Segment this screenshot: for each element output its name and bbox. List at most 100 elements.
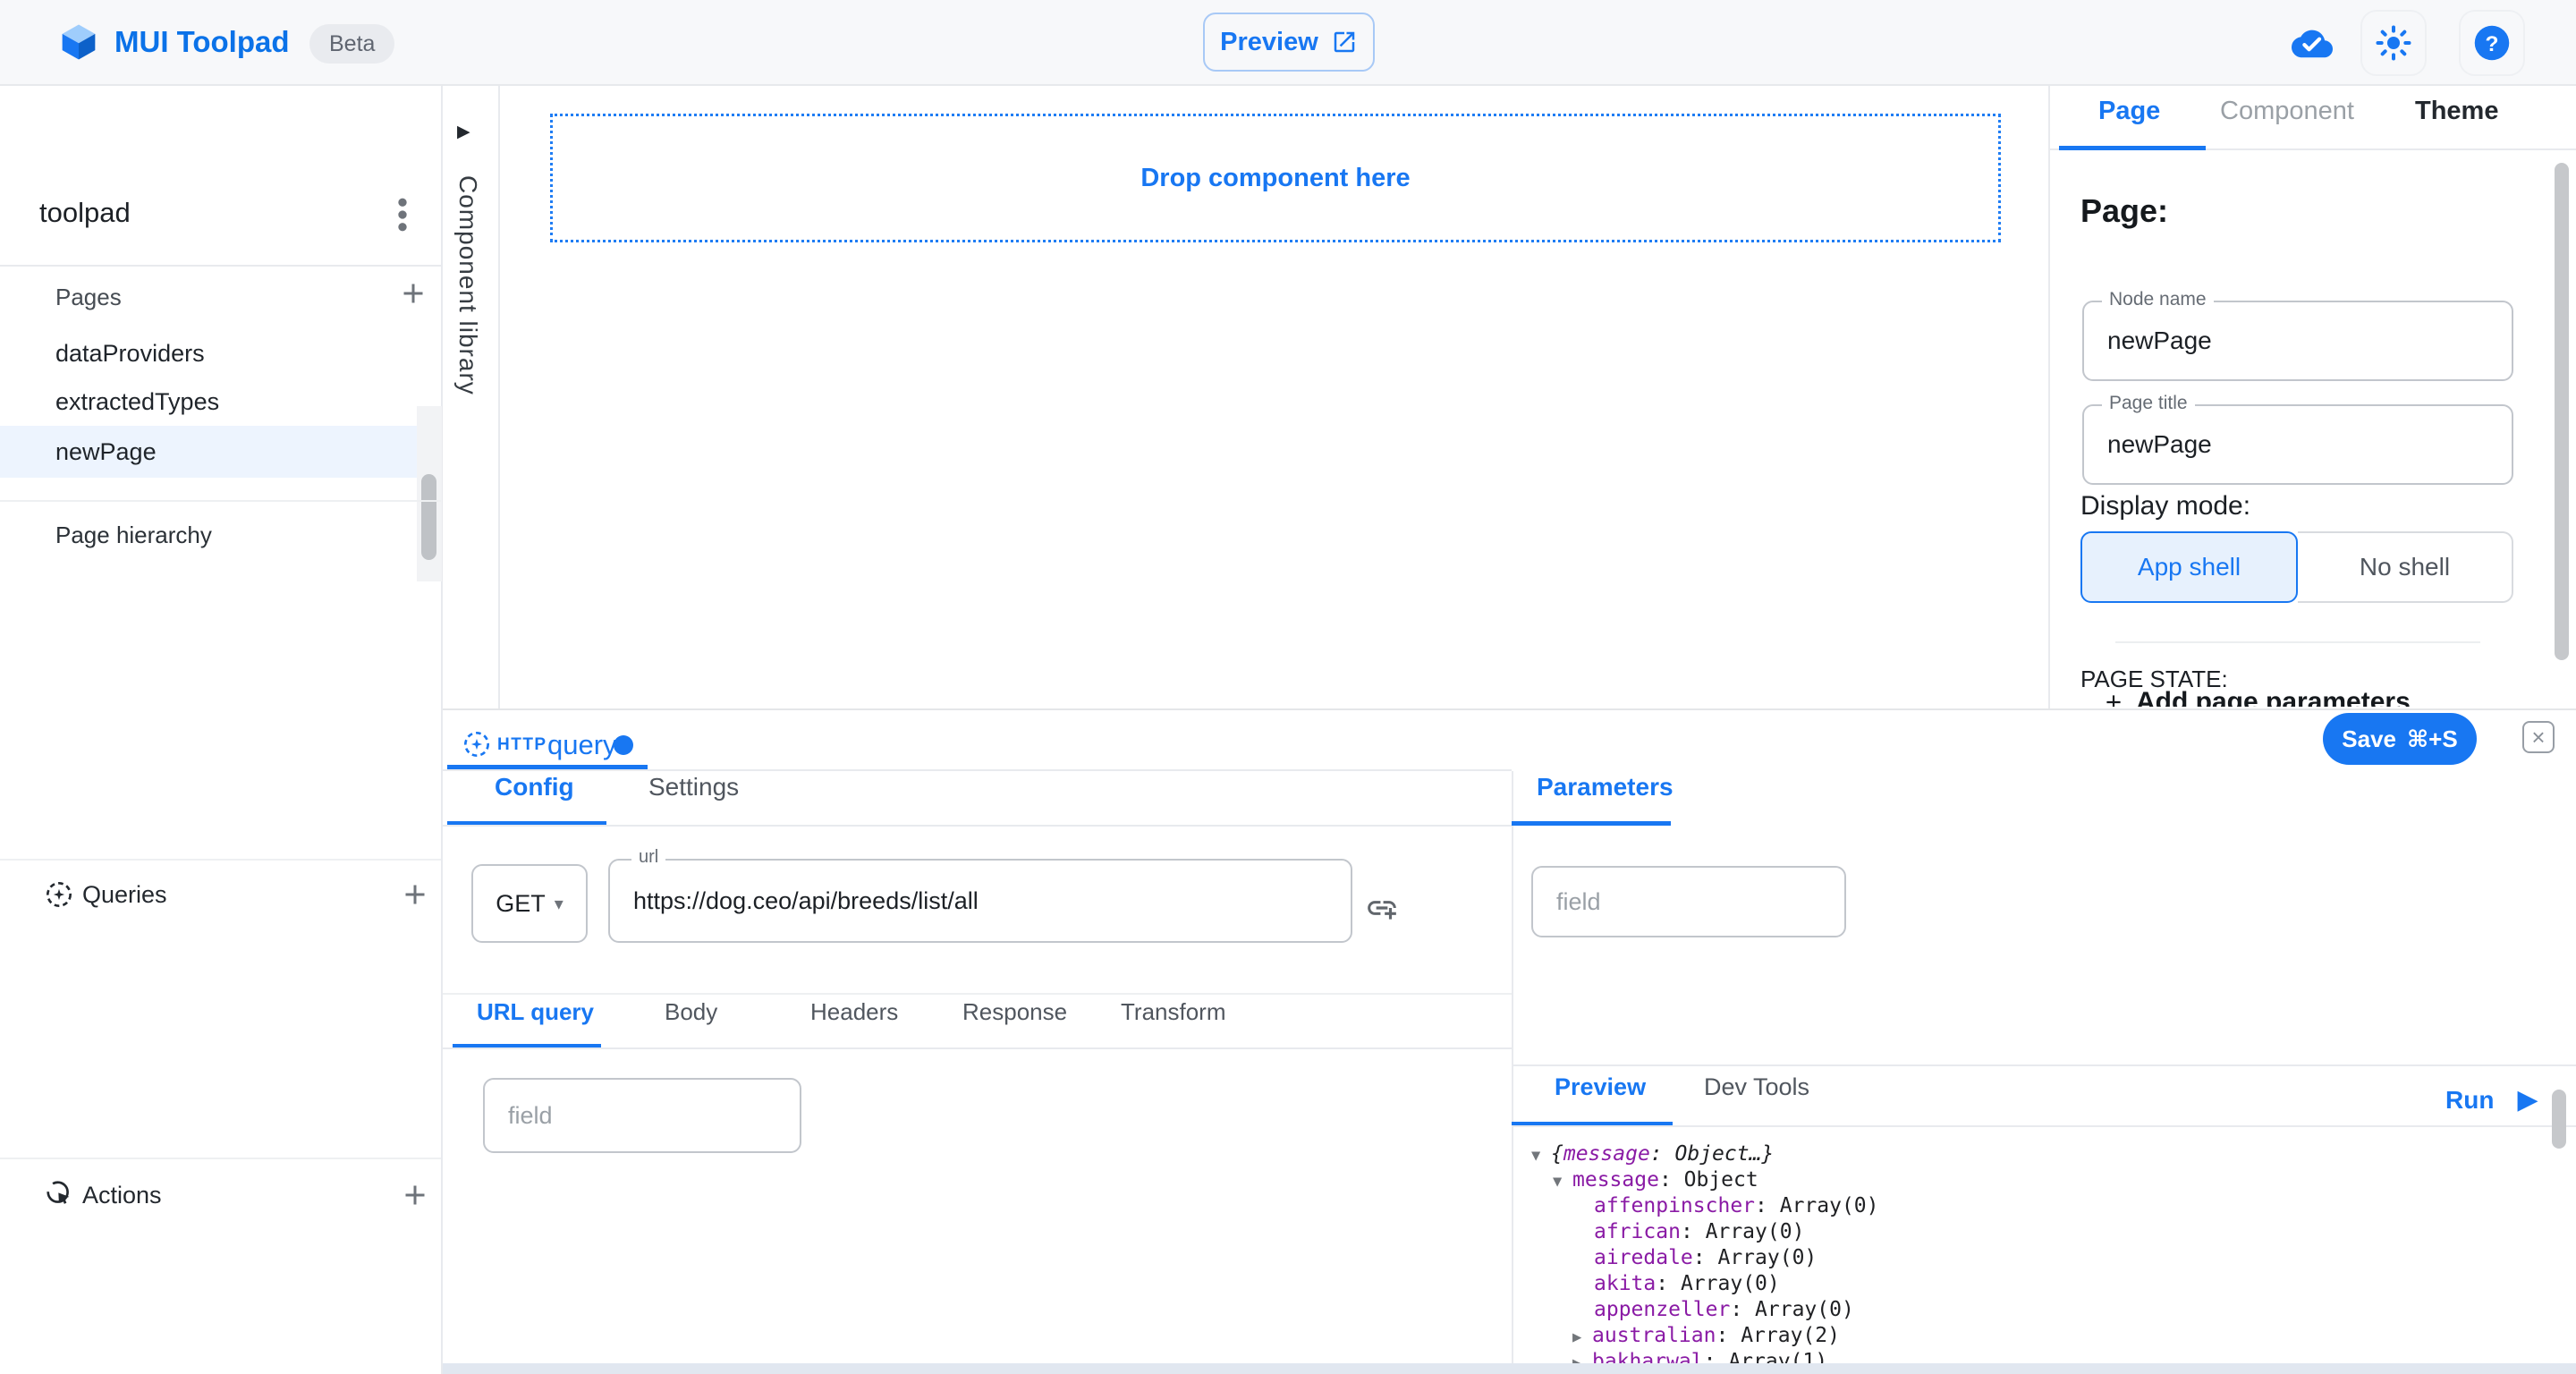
subtab-url-query[interactable]: URL query xyxy=(477,998,594,1026)
mui-toolpad-window: MUI Toolpad Beta Preview xyxy=(0,0,2576,1374)
json-root-key: message xyxy=(1563,1142,1650,1166)
method-select[interactable]: GET ▾ xyxy=(471,864,588,943)
url-field: url xyxy=(608,859,1352,943)
run-button[interactable]: Run ▶ xyxy=(2445,1084,2538,1115)
pages-scrollbar-thumb[interactable] xyxy=(421,474,436,560)
page-canvas: ▶ Component library Drop component here xyxy=(443,86,2048,708)
tab-page-underline xyxy=(2059,146,2206,150)
page-title-field: Page title xyxy=(2082,404,2513,485)
expand-toggle-icon[interactable]: ▼ xyxy=(1553,1169,1572,1195)
json-separator: : xyxy=(1693,1246,1718,1269)
inspector-scrollbar-thumb[interactable] xyxy=(2555,163,2569,660)
run-button-label: Run xyxy=(2445,1086,2494,1115)
page-title-label: Page title xyxy=(2102,393,2195,414)
json-entry-row: african: Array(0) xyxy=(1531,1219,1804,1245)
sidebar-item-newpage[interactable]: newPage xyxy=(0,426,417,478)
tab-settings[interactable]: Settings xyxy=(648,773,739,802)
project-name: toolpad xyxy=(39,197,131,229)
method-value: GET xyxy=(496,890,546,918)
cloud-sync-icon xyxy=(2292,26,2333,60)
preview-button[interactable]: Preview xyxy=(1203,13,1375,72)
close-panel-button[interactable]: × xyxy=(2522,721,2555,753)
display-mode-toggle: App shell No shell xyxy=(2080,531,2513,603)
subtab-headers[interactable]: Headers xyxy=(810,998,898,1026)
json-node-value: Object xyxy=(1684,1168,1758,1192)
sidebar-item-dataproviders[interactable]: dataProviders xyxy=(0,329,417,377)
app-title: MUI Toolpad xyxy=(114,25,290,59)
json-value: Array(0) xyxy=(1780,1194,1879,1217)
add-page-parameters-clipped: Add page parameters xyxy=(2048,685,2549,707)
json-separator: : xyxy=(1656,1272,1681,1295)
url-field-label: url xyxy=(631,847,665,868)
expand-toggle-icon[interactable]: ▶ xyxy=(1572,1325,1592,1351)
chevron-down-icon: ▾ xyxy=(555,893,564,915)
json-node-row: ▼message: Object xyxy=(1531,1167,1758,1193)
url-query-field xyxy=(483,1078,801,1153)
help-question-icon: ? xyxy=(2473,24,2511,62)
url-query-field-input[interactable] xyxy=(485,1080,800,1151)
drop-component-zone[interactable]: Drop component here xyxy=(550,114,2001,242)
query-type-icon xyxy=(462,730,491,759)
project-menu-kebab-icon[interactable] xyxy=(386,195,419,234)
tab-component[interactable]: Component xyxy=(2220,97,2354,126)
node-name-field: Node name xyxy=(2082,301,2513,381)
display-mode-app-shell[interactable]: App shell xyxy=(2080,531,2298,603)
json-value: Array(2) xyxy=(1741,1324,1840,1347)
json-value: Array(0) xyxy=(1717,1246,1817,1269)
tab-parameters-underline xyxy=(1512,821,1671,826)
display-mode-no-shell[interactable]: No shell xyxy=(2298,531,2513,603)
component-library-expand-icon[interactable]: ▶ xyxy=(457,122,470,142)
help-button[interactable]: ? xyxy=(2459,10,2525,76)
query-tab[interactable]: query xyxy=(547,729,617,761)
sidebar-item-extractedtypes[interactable]: extractedTypes xyxy=(0,377,417,426)
inspector-heading: Page: xyxy=(2080,192,2168,230)
dock-bottom-scrollbar-track[interactable] xyxy=(443,1363,2576,1374)
add-page-parameters-button[interactable]: Add page parameters xyxy=(2136,687,2411,707)
tab-parameters[interactable]: Parameters xyxy=(1537,773,1674,802)
add-link-icon[interactable] xyxy=(1365,891,1399,925)
play-icon: ▶ xyxy=(2517,1084,2538,1115)
preview-button-label: Preview xyxy=(1220,28,1318,57)
tab-config[interactable]: Config xyxy=(495,773,574,802)
page-title-input[interactable] xyxy=(2084,406,2512,483)
json-separator: : xyxy=(1755,1194,1780,1217)
add-action-button[interactable] xyxy=(399,1179,431,1211)
expand-toggle-icon[interactable]: ▼ xyxy=(1531,1143,1551,1169)
subtab-transform[interactable]: Transform xyxy=(1121,998,1226,1026)
tab-theme[interactable]: Theme xyxy=(2415,97,2498,126)
parameters-field xyxy=(1531,866,1846,937)
subtab-response[interactable]: Response xyxy=(962,998,1067,1026)
json-value: Array(0) xyxy=(1755,1298,1854,1321)
json-root-row: ▼{message: Object…} xyxy=(1531,1141,1774,1167)
url-input[interactable] xyxy=(610,861,1351,941)
add-page-button[interactable] xyxy=(397,277,429,310)
component-library-panel[interactable]: ▶ Component library xyxy=(443,86,500,708)
json-key: appenzeller xyxy=(1594,1298,1730,1321)
tab-dev-tools[interactable]: Dev Tools xyxy=(1704,1073,1809,1101)
queries-icon xyxy=(45,880,73,909)
parameters-field-input[interactable] xyxy=(1533,868,1844,936)
add-query-button[interactable] xyxy=(399,878,431,911)
subtab-body[interactable]: Body xyxy=(665,998,717,1026)
display-mode-label: Display mode: xyxy=(2080,491,2250,522)
json-entry-row: ▶australian: Array(2) xyxy=(1531,1323,1840,1349)
node-name-input[interactable] xyxy=(2084,302,2512,379)
json-entry-row: affenpinscher: Array(0) xyxy=(1531,1193,1879,1219)
save-button[interactable]: Save ⌘+S xyxy=(2323,713,2477,765)
json-key: african xyxy=(1594,1220,1681,1243)
json-key: australian xyxy=(1592,1324,1716,1347)
page-hierarchy-label: Page hierarchy xyxy=(55,522,212,549)
project-sidebar: toolpad Pages dataProviders extractedTyp… xyxy=(0,86,443,1374)
json-separator: : xyxy=(1716,1324,1741,1347)
svg-text:?: ? xyxy=(2486,32,2499,56)
preview-scrollbar-thumb[interactable] xyxy=(2552,1090,2566,1149)
query-protocol-badge: HTTP xyxy=(497,735,547,755)
json-key: airedale xyxy=(1594,1246,1693,1269)
tab-page[interactable]: Page xyxy=(2098,97,2160,126)
json-key: akita xyxy=(1594,1272,1656,1295)
theme-toggle-button[interactable] xyxy=(2360,10,2427,76)
tab-preview[interactable]: Preview xyxy=(1555,1073,1646,1101)
query-editor-dock xyxy=(443,708,2576,1374)
json-root-suffix: : Object…} xyxy=(1650,1142,1774,1166)
unsaved-changes-dot xyxy=(614,735,633,755)
